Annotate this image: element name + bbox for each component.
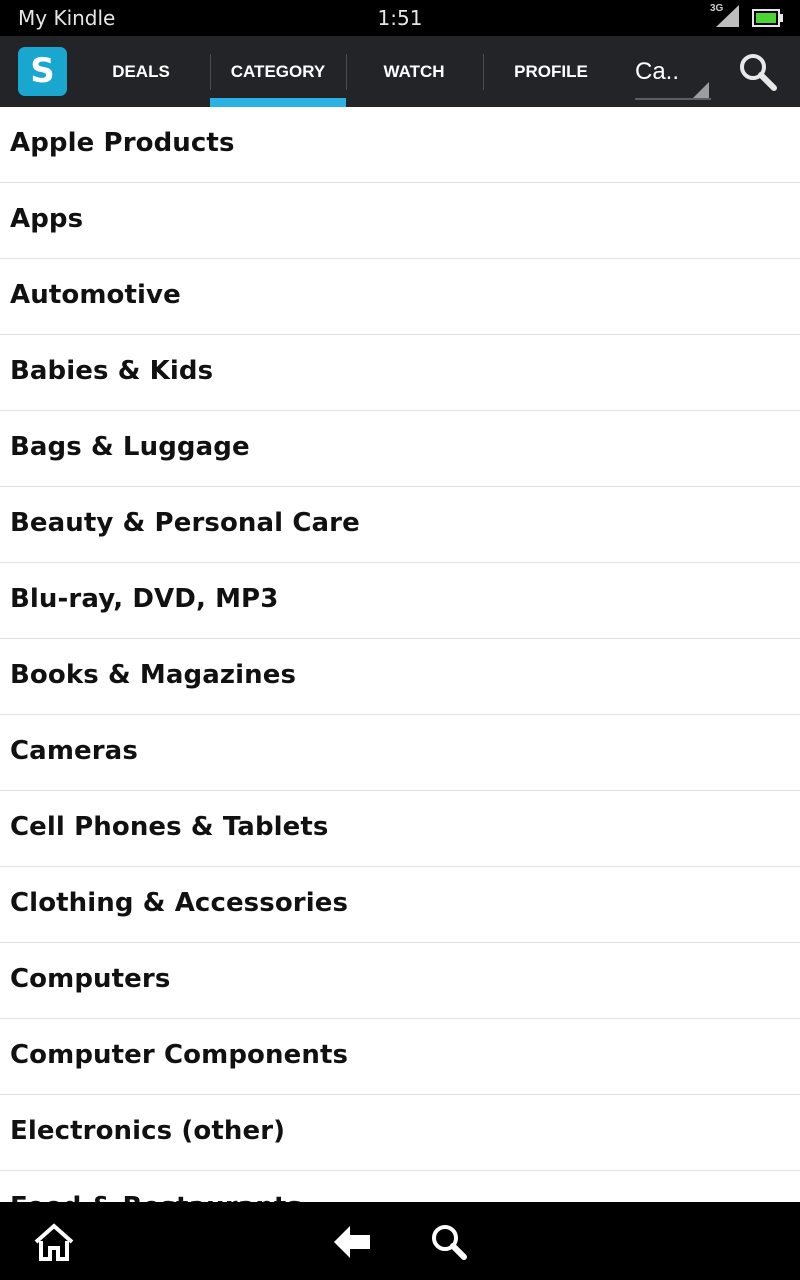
bottom-nav-bar (0, 1202, 800, 1280)
active-tab-indicator (210, 98, 346, 107)
tab-profile[interactable]: PROFILE (483, 36, 619, 107)
list-item[interactable]: Blu-ray, DVD, MP3 (0, 563, 800, 639)
list-item-label: Books & Magazines (10, 660, 297, 690)
dropdown-arrow-icon (692, 82, 709, 99)
list-item[interactable]: Clothing & Accessories (0, 867, 800, 943)
list-item-label: Automotive (10, 280, 181, 310)
list-item-label: Blu-ray, DVD, MP3 (10, 584, 279, 614)
status-bar: My Kindle 1:51 3G (0, 0, 800, 36)
dropdown-value: Ca.. (635, 58, 680, 85)
category-dropdown[interactable]: Ca.. (635, 54, 711, 100)
tab-deals[interactable]: DEALS (73, 36, 209, 107)
list-item-label: Beauty & Personal Care (10, 508, 360, 538)
app-logo[interactable]: S (18, 47, 67, 96)
list-item[interactable]: Cell Phones & Tablets (0, 791, 800, 867)
tab-watch[interactable]: WATCH (346, 36, 482, 107)
list-item-label: Clothing & Accessories (10, 888, 349, 918)
list-item[interactable]: Bags & Luggage (0, 411, 800, 487)
list-item[interactable]: Beauty & Personal Care (0, 487, 800, 563)
list-item[interactable]: Computers (0, 943, 800, 1019)
search-icon[interactable] (738, 52, 778, 92)
list-item[interactable]: Apple Products (0, 107, 800, 183)
battery-icon (752, 9, 784, 27)
back-icon[interactable] (332, 1222, 374, 1262)
list-item-label: Apps (10, 204, 84, 234)
tab-divider (346, 54, 347, 90)
tab-category[interactable]: CATEGORY (210, 36, 346, 107)
list-item[interactable]: Electronics (other) (0, 1095, 800, 1171)
list-item-label: Computer Components (10, 1040, 349, 1070)
list-item-label: Computers (10, 964, 171, 994)
list-item[interactable]: Automotive (0, 259, 800, 335)
list-item[interactable]: Books & Magazines (0, 639, 800, 715)
dropdown-underline (635, 98, 711, 100)
list-item[interactable]: Cameras (0, 715, 800, 791)
list-item[interactable]: Food & Restaurants (0, 1171, 800, 1202)
tab-divider (483, 54, 484, 90)
list-item-label: Cell Phones & Tablets (10, 812, 329, 842)
list-item-label: Babies & Kids (10, 356, 214, 386)
action-bar: S DEALS CATEGORY WATCH PROFILE Ca.. (0, 36, 800, 107)
list-item-label: Cameras (10, 736, 138, 766)
list-item[interactable]: Apps (0, 183, 800, 259)
home-icon[interactable] (33, 1222, 75, 1262)
list-item-label: Apple Products (10, 128, 235, 158)
list-item[interactable]: Babies & Kids (0, 335, 800, 411)
list-item[interactable]: Computer Components (0, 1019, 800, 1095)
list-item-label: Electronics (other) (10, 1116, 286, 1146)
search-icon[interactable] (428, 1222, 470, 1262)
tab-divider (210, 54, 211, 90)
signal-icon: 3G (708, 3, 740, 27)
list-item-label: Bags & Luggage (10, 432, 250, 462)
list-item-label: Food & Restaurants (10, 1192, 302, 1202)
status-time: 1:51 (377, 6, 423, 30)
category-list[interactable]: Apple Products Apps Automotive Babies & … (0, 107, 800, 1202)
